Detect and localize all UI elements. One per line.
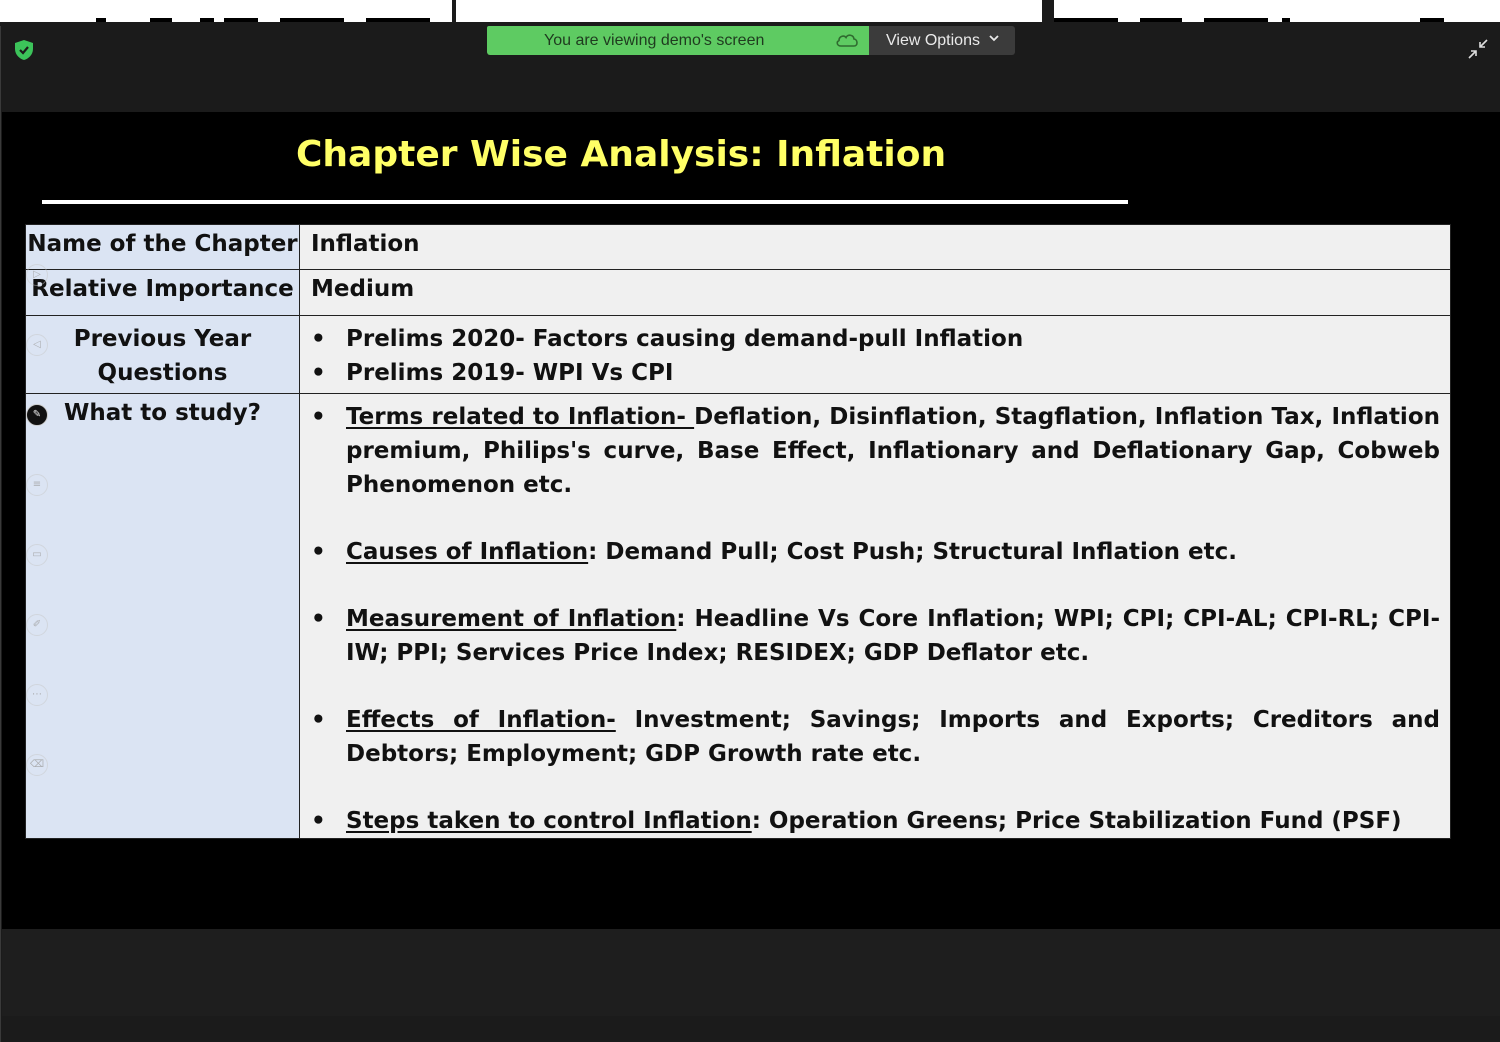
view-options-label: View Options [886,32,980,49]
participant-thumbnail[interactable] [456,0,1042,22]
annotation-toolbar: ▷ ◁ ✎ ≡ ▭ ✐ ⋯ ⌫ [24,264,52,824]
viewing-banner: You are viewing demo's screen [487,26,869,55]
collapse-icon[interactable] [1467,38,1489,60]
row-value: Inflation [299,224,1451,270]
menu-icon[interactable]: ≡ [26,474,48,496]
row-label: Previous Year Questions [25,315,300,394]
row-label: Relative Importance [25,269,300,316]
list-item: Prelims 2019- WPI Vs CPI [311,356,1440,390]
table-row: What to study? Terms related to Inflatio… [25,393,1451,839]
item-heading: Measurement of Inflation [346,606,677,632]
slide-title: Chapter Wise Analysis: Inflation [296,134,947,175]
row-value: Medium [299,269,1451,316]
item-text: : Operation Greens; Price Stabilization … [751,808,1402,834]
edit-icon[interactable]: ✐ [26,614,48,636]
back-icon[interactable]: ◁ [26,334,48,356]
more-icon[interactable]: ⋯ [26,684,48,706]
title-divider [42,200,1128,204]
shared-slide: Chapter Wise Analysis: Inflation Name of… [2,112,1500,955]
row-label-line: Previous Year [73,326,252,352]
bottom-bar [2,929,1500,1016]
chapter-table: Name of the Chapter Inflation Relative I… [25,224,1451,839]
table-row: Relative Importance Medium [25,269,1451,316]
view-options-button[interactable]: View Options [869,26,1015,55]
list-item: Terms related to Inflation- Deflation, D… [311,400,1440,502]
row-label: What to study? [25,393,300,839]
pyq-list: Prelims 2020- Factors causing demand-pul… [311,322,1440,390]
video-icon[interactable]: ▭ [26,544,48,566]
participant-thumbnail[interactable] [1054,0,1500,22]
table-row: Name of the Chapter Inflation [25,224,1451,270]
shield-icon[interactable] [15,40,33,60]
list-item: Prelims 2020- Factors causing demand-pul… [311,322,1440,356]
item-text: : Demand Pull; Cost Push; Structural Inf… [588,539,1238,565]
list-item: Causes of Inflation: Demand Pull; Cost P… [311,535,1440,569]
list-item: Measurement of Inflation: Headline Vs Co… [311,602,1440,670]
item-heading: Effects of Inflation- [346,707,616,733]
list-item: Effects of Inflation- Investment; Saving… [311,703,1440,771]
item-heading: Causes of Inflation [346,539,589,565]
pen-icon[interactable]: ✎ [26,404,48,426]
screen-share-window: You are viewing demo's screen View Optio… [0,26,1500,1042]
row-label-line: Questions [97,360,228,386]
item-heading: Terms related to Inflation- [346,404,695,430]
table-row: Previous Year Questions Prelims 2020- Fa… [25,315,1451,394]
study-list: Terms related to Inflation- Deflation, D… [311,400,1440,838]
row-value: Prelims 2020- Factors causing demand-pul… [299,315,1451,394]
chevron-down-icon [989,35,999,42]
participant-thumbnail[interactable] [0,0,452,22]
row-label: Name of the Chapter [25,224,300,270]
item-heading: Steps taken to control Inflation [346,808,752,834]
row-value: Terms related to Inflation- Deflation, D… [299,393,1451,839]
cloud-icon [836,34,858,47]
play-icon[interactable]: ▷ [26,264,48,286]
viewing-banner-text: You are viewing demo's screen [544,32,765,49]
eraser-icon[interactable]: ⌫ [26,754,48,776]
list-item: Steps taken to control Inflation: Operat… [311,804,1440,838]
video-thumbnail-strip [0,0,1500,26]
